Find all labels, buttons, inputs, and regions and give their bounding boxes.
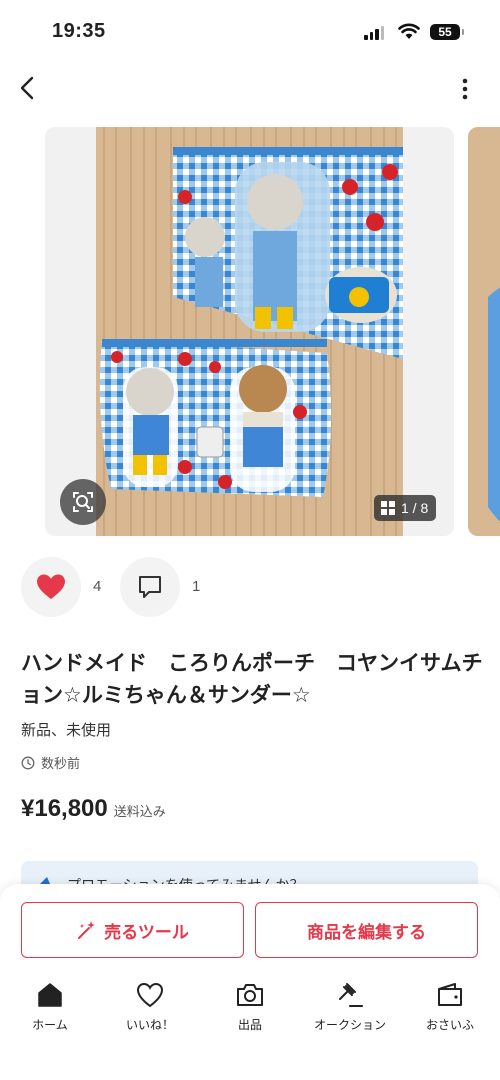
tab-listing[interactable]: 出品 — [200, 976, 300, 1046]
like-count: 4 — [93, 578, 102, 595]
battery-icon: 55 — [430, 24, 464, 40]
product-photo — [96, 127, 403, 536]
image-counter-text: 1 / 8 — [401, 500, 429, 516]
tab-label-home: ホーム — [32, 1018, 68, 1032]
image-search-icon — [73, 492, 93, 512]
edit-item-label: 商品を編集する — [307, 922, 426, 943]
tab-label-likes: いいね！ — [125, 1018, 174, 1032]
clock-icon — [21, 756, 35, 769]
tab-wallet[interactable]: おさいふ — [400, 976, 500, 1046]
camera-icon — [237, 984, 263, 1006]
item-price: ¥16,800 — [21, 795, 108, 822]
comment-button[interactable] — [120, 557, 180, 617]
more-options-button[interactable] — [452, 74, 478, 104]
home-icon — [38, 983, 62, 1007]
item-condition: 新品、未使用 — [21, 721, 112, 739]
comment-icon — [139, 576, 161, 598]
item-title: ハンドメイド ころりんポーチ コヤンイサムチョン☆ルミちゃん＆サンダー☆ — [21, 651, 483, 707]
gavel-icon — [339, 983, 363, 1007]
edit-item-button[interactable]: 商品を編集する — [255, 902, 478, 958]
comment-count: 1 — [192, 578, 201, 595]
product-image[interactable] — [45, 127, 454, 536]
status-time: 19:35 — [52, 20, 106, 42]
more-vertical-icon — [462, 78, 468, 100]
sell-tool-label: 売るツール — [104, 922, 189, 943]
item-detail-screen: 19:35 55 1 / 8 4 1 ハンドメイド ころりんポーチ コヤンイサム… — [0, 0, 500, 1080]
posted-time: 数秒前 — [21, 753, 80, 772]
tab-label-auction: オークション — [313, 1018, 386, 1032]
wifi-icon — [398, 23, 420, 39]
chevron-left-icon — [20, 76, 34, 100]
heart-filled-icon — [37, 574, 65, 599]
next-product-image[interactable] — [468, 127, 500, 536]
tab-likes[interactable]: いいね！ — [100, 976, 200, 1046]
tab-label-wallet: おさいふ — [425, 1018, 474, 1032]
tab-bar: ホーム いいね！ 出品 オークション おさいふ — [0, 976, 500, 1046]
back-button[interactable] — [12, 72, 44, 104]
posted-time-text: 数秒前 — [41, 757, 81, 772]
signal-icon — [364, 26, 384, 40]
image-search-button[interactable] — [60, 479, 106, 525]
sell-tool-button[interactable]: 売るツール — [21, 902, 244, 958]
magic-wand-icon — [78, 921, 96, 939]
wallet-icon — [438, 983, 462, 1006]
image-counter: 1 / 8 — [374, 495, 437, 521]
tab-label-listing: 出品 — [237, 1018, 262, 1032]
image-carousel[interactable] — [0, 127, 500, 536]
like-button[interactable] — [21, 557, 81, 617]
grid-icon — [381, 501, 395, 515]
next-photo — [468, 127, 500, 536]
heart-icon — [136, 982, 164, 1008]
tab-auction[interactable]: オークション — [300, 976, 400, 1046]
shipping-note: 送料込み — [113, 805, 166, 820]
status-bar: 19:35 55 — [0, 0, 500, 64]
tab-home[interactable]: ホーム — [0, 976, 100, 1046]
price-row: ¥16,800 送料込み — [21, 795, 166, 823]
